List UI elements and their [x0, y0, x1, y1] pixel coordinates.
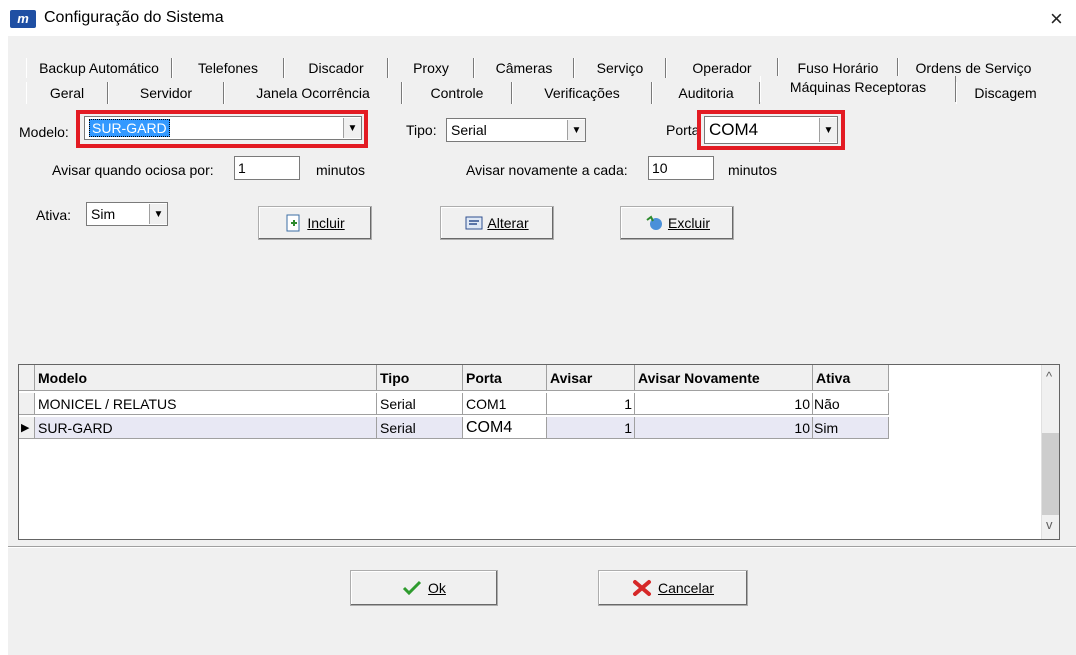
- tab-ordens-de-servico[interactable]: Ordens de Serviço: [898, 58, 1048, 78]
- ativa-select-value: Sim: [91, 206, 116, 222]
- excluir-button[interactable]: Excluir: [620, 206, 734, 240]
- tab-servidor[interactable]: Servidor: [108, 82, 224, 104]
- window-title: Configuração do Sistema: [44, 9, 224, 26]
- tab-discagem[interactable]: Discagem: [956, 82, 1054, 104]
- avisar-ociosa-input[interactable]: 1: [234, 156, 300, 180]
- header-ativa[interactable]: Ativa: [813, 365, 889, 391]
- avisar-ociosa-label: Avisar quando ociosa por:: [52, 162, 214, 178]
- tab-proxy[interactable]: Proxy: [388, 58, 474, 78]
- tab-row-2: Geral Servidor Janela Ocorrência Control…: [26, 76, 1054, 104]
- cancel-x-icon: [632, 580, 651, 596]
- cell-tipo[interactable]: Serial: [377, 417, 463, 439]
- header-avisar-novamente[interactable]: Avisar Novamente: [635, 365, 813, 391]
- receivers-table[interactable]: Modelo Tipo Porta Avisar Avisar Novament…: [18, 364, 1060, 540]
- chevron-down-icon[interactable]: ▼: [567, 120, 585, 140]
- tab-servico[interactable]: Serviço: [574, 58, 666, 78]
- scroll-up-icon[interactable]: ^: [1046, 369, 1052, 384]
- chevron-down-icon[interactable]: ▼: [149, 204, 167, 224]
- cell-avisar[interactable]: 1: [547, 417, 635, 439]
- cell-modelo[interactable]: MONICEL / RELATUS: [35, 393, 377, 415]
- porta-select-value: COM4: [709, 120, 759, 139]
- close-icon[interactable]: ×: [1050, 6, 1063, 32]
- row-indicator: [19, 393, 35, 415]
- scrollbar-thumb[interactable]: [1042, 433, 1059, 515]
- scroll-down-icon[interactable]: v: [1046, 517, 1053, 532]
- tab-maquinas-receptoras[interactable]: Máquinas Receptoras: [760, 76, 956, 102]
- tab-fuso-horario[interactable]: Fuso Horário: [778, 58, 898, 78]
- ativa-select[interactable]: Sim ▼: [86, 202, 168, 226]
- tab-geral[interactable]: Geral: [26, 82, 108, 104]
- row-indicator-header: [19, 365, 35, 391]
- tipo-label: Tipo:: [406, 122, 437, 138]
- cell-avisar-novamente[interactable]: 10: [635, 417, 813, 439]
- app-logo-icon: m: [10, 10, 36, 28]
- title-bar: m Configuração do Sistema ×: [0, 0, 1076, 36]
- table-header-row: Modelo Tipo Porta Avisar Avisar Novament…: [19, 365, 1059, 391]
- add-document-icon: [286, 214, 300, 232]
- avisar-novamente-input[interactable]: 10: [648, 156, 714, 180]
- porta-label: Porta: [666, 122, 700, 138]
- cell-avisar[interactable]: 1: [547, 393, 635, 415]
- bottom-divider: [8, 546, 1076, 548]
- header-porta[interactable]: Porta: [463, 365, 547, 391]
- tab-backup-automatico[interactable]: Backup Automático: [26, 58, 172, 78]
- tab-auditoria[interactable]: Auditoria: [652, 82, 760, 104]
- chevron-down-icon[interactable]: ▼: [343, 118, 361, 138]
- tab-operador[interactable]: Operador: [666, 58, 778, 78]
- edit-form-icon: [465, 216, 483, 230]
- tipo-select[interactable]: Serial ▼: [446, 118, 586, 142]
- modelo-select[interactable]: SUR-GARD ▼: [84, 116, 362, 140]
- tab-controle[interactable]: Controle: [402, 82, 512, 104]
- tab-janela-ocorrencia[interactable]: Janela Ocorrência: [224, 82, 402, 104]
- cell-ativa[interactable]: Sim: [813, 417, 889, 439]
- tab-discador[interactable]: Discador: [284, 58, 388, 78]
- header-tipo[interactable]: Tipo: [377, 365, 463, 391]
- minutos-label-2: minutos: [728, 162, 778, 178]
- header-avisar[interactable]: Avisar: [547, 365, 635, 391]
- minutos-label-1: minutos: [316, 162, 366, 178]
- cell-avisar-novamente[interactable]: 10: [635, 393, 813, 415]
- cell-porta[interactable]: COM1: [463, 393, 547, 415]
- ok-button[interactable]: Ok: [350, 570, 498, 606]
- tipo-select-value: Serial: [451, 122, 487, 138]
- ativa-label: Ativa:: [36, 207, 72, 223]
- row-pointer-icon: ▶: [19, 417, 35, 439]
- tab-cameras[interactable]: Câmeras: [474, 58, 574, 78]
- chevron-down-icon[interactable]: ▼: [819, 118, 837, 142]
- incluir-button[interactable]: Incluir: [258, 206, 372, 240]
- cell-modelo[interactable]: SUR-GARD: [35, 417, 377, 439]
- checkmark-icon: [402, 580, 422, 596]
- cell-tipo[interactable]: Serial: [377, 393, 463, 415]
- table-scrollbar[interactable]: ^ v: [1041, 365, 1059, 539]
- porta-select[interactable]: COM4 ▼: [704, 116, 838, 144]
- tab-row-1: Backup Automático Telefones Discador Pro…: [26, 58, 1048, 78]
- cell-ativa[interactable]: Não: [813, 393, 889, 415]
- alterar-button[interactable]: Alterar: [440, 206, 554, 240]
- table-row[interactable]: MONICEL / RELATUS Serial COM1 1 10 Não: [19, 393, 889, 415]
- recycle-delete-icon: [646, 215, 662, 230]
- cell-porta-editing[interactable]: COM4: [463, 417, 547, 439]
- header-modelo[interactable]: Modelo: [35, 365, 377, 391]
- modelo-select-value: SUR-GARD: [89, 119, 170, 137]
- cancelar-button[interactable]: Cancelar: [598, 570, 748, 606]
- tab-verificacoes[interactable]: Verificações: [512, 82, 652, 104]
- modelo-label: Modelo:: [19, 124, 69, 140]
- table-row-selected[interactable]: ▶ SUR-GARD Serial COM4 1 10 Sim: [19, 417, 889, 439]
- tab-telefones[interactable]: Telefones: [172, 58, 284, 78]
- avisar-novamente-label: Avisar novamente a cada:: [466, 162, 628, 178]
